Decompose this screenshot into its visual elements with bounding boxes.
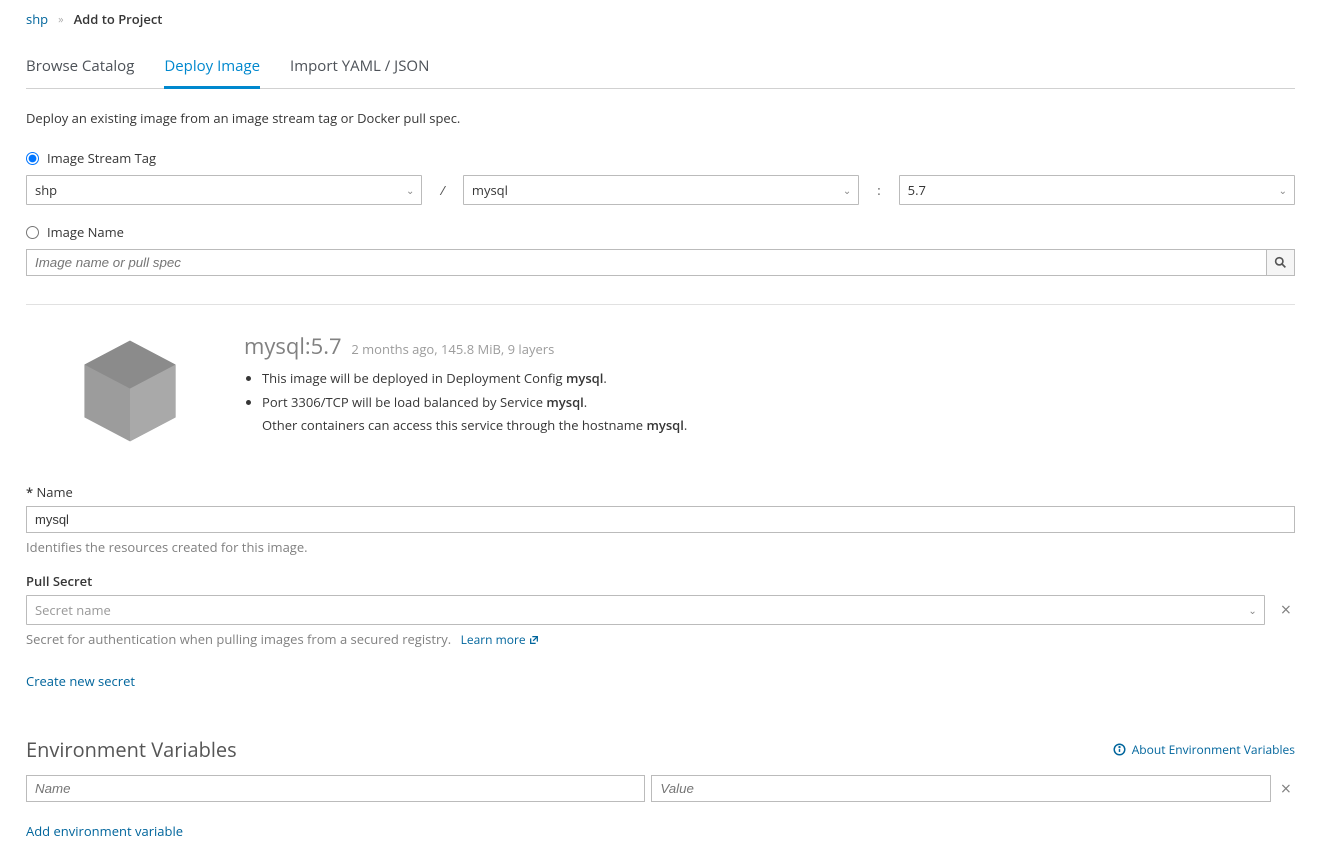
image-detail: mysql:5.7 2 months ago, 145.8 MiB, 9 lay… bbox=[26, 331, 1295, 455]
env-var-row: × bbox=[26, 775, 1295, 802]
env-vars-heading-row: Environment Variables About Environment … bbox=[26, 736, 1295, 763]
image-title: mysql:5.7 bbox=[244, 331, 342, 361]
pull-secret-field: Pull Secret Secret name ⌄ × Secret for a… bbox=[26, 572, 1295, 712]
image-bullet-service: Port 3306/TCP will be load balanced by S… bbox=[262, 393, 687, 413]
tag-select-wrap: 5.7 ⌄ bbox=[899, 175, 1295, 205]
pull-secret-help: Secret for authentication when pulling i… bbox=[26, 630, 1295, 648]
radio-image-name-row: Image Name bbox=[26, 223, 1295, 241]
tag-select[interactable]: 5.7 bbox=[899, 175, 1295, 205]
radio-image-stream-tag-label: Image Stream Tag bbox=[47, 149, 156, 167]
breadcrumb-project-link[interactable]: shp bbox=[26, 10, 48, 28]
learn-more-link[interactable]: Learn more bbox=[461, 631, 539, 648]
radio-image-name[interactable] bbox=[26, 226, 39, 239]
name-label: * Name bbox=[26, 483, 1295, 501]
radio-image-name-label: Image Name bbox=[47, 223, 124, 241]
env-var-name-input[interactable] bbox=[26, 775, 645, 802]
chevron-right-icon: » bbox=[58, 12, 63, 27]
pull-secret-clear-button[interactable]: × bbox=[1277, 601, 1295, 619]
about-env-vars-link[interactable]: About Environment Variables bbox=[1113, 741, 1295, 758]
name-field: * Name Identifies the resources created … bbox=[26, 483, 1295, 556]
image-meta: mysql:5.7 2 months ago, 145.8 MiB, 9 lay… bbox=[244, 331, 687, 455]
tab-deploy-image[interactable]: Deploy Image bbox=[164, 48, 260, 89]
image-title-row: mysql:5.7 2 months ago, 145.8 MiB, 9 lay… bbox=[244, 331, 687, 361]
env-var-value-input[interactable] bbox=[651, 775, 1270, 802]
separator-slash: / bbox=[422, 181, 463, 199]
radio-image-stream-tag[interactable] bbox=[26, 152, 39, 165]
image-name-input-row bbox=[26, 249, 1295, 276]
env-var-remove-button[interactable]: × bbox=[1277, 780, 1295, 798]
deploy-description: Deploy an existing image from an image s… bbox=[26, 109, 1295, 127]
breadcrumb: shp » Add to Project bbox=[26, 0, 1295, 48]
imagestream-select[interactable]: mysql bbox=[463, 175, 859, 205]
external-link-icon bbox=[529, 635, 539, 645]
name-input[interactable] bbox=[26, 506, 1295, 533]
radio-image-stream-tag-row: Image Stream Tag bbox=[26, 149, 1295, 167]
image-bullet-hostname: Other containers can access this service… bbox=[262, 416, 687, 436]
pull-secret-select-wrap: Secret name ⌄ bbox=[26, 595, 1265, 625]
cube-icon bbox=[70, 331, 190, 455]
pull-secret-select[interactable]: Secret name bbox=[26, 595, 1265, 625]
pull-secret-label: Pull Secret bbox=[26, 572, 1295, 590]
env-vars-heading: Environment Variables bbox=[26, 736, 237, 763]
nav-tabs: Browse Catalog Deploy Image Import YAML … bbox=[26, 48, 1295, 89]
tab-browse-catalog[interactable]: Browse Catalog bbox=[26, 48, 134, 89]
pull-secret-row: Secret name ⌄ × bbox=[26, 595, 1295, 625]
imagestream-select-wrap: mysql ⌄ bbox=[463, 175, 859, 205]
separator-colon: : bbox=[859, 181, 898, 199]
image-stream-selects: shp ⌄ / mysql ⌄ : 5.7 ⌄ bbox=[26, 175, 1295, 205]
image-bullet-deployment: This image will be deployed in Deploymen… bbox=[262, 369, 687, 389]
divider bbox=[26, 304, 1295, 305]
add-env-var-link[interactable]: Add environment variable bbox=[26, 822, 183, 840]
breadcrumb-current: Add to Project bbox=[74, 10, 163, 28]
close-icon: × bbox=[1281, 598, 1291, 622]
tab-import-yaml[interactable]: Import YAML / JSON bbox=[290, 48, 429, 89]
image-name-input[interactable] bbox=[26, 249, 1267, 276]
close-icon: × bbox=[1281, 777, 1291, 801]
search-icon bbox=[1274, 256, 1287, 269]
namespace-select[interactable]: shp bbox=[26, 175, 422, 205]
info-icon bbox=[1113, 743, 1126, 756]
namespace-select-wrap: shp ⌄ bbox=[26, 175, 422, 205]
create-new-secret-link[interactable]: Create new secret bbox=[26, 672, 135, 690]
image-subtitle: 2 months ago, 145.8 MiB, 9 layers bbox=[351, 340, 554, 358]
image-name-search-button[interactable] bbox=[1267, 249, 1295, 276]
name-help: Identifies the resources created for thi… bbox=[26, 538, 1295, 556]
